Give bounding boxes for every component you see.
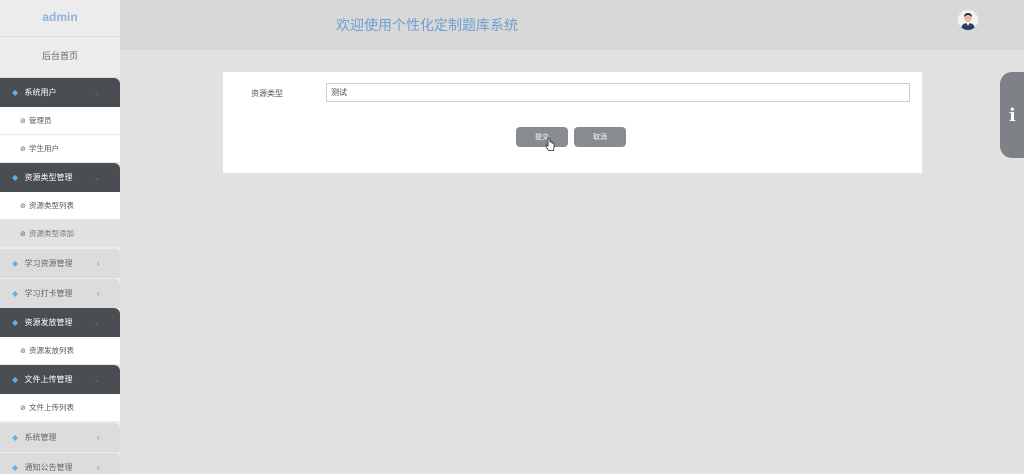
- circle-check-icon: ⊘: [20, 202, 26, 210]
- chevron-down-icon: ⌄: [93, 173, 100, 182]
- sidebar-group-system[interactable]: ◆ 系统管理 ‹: [0, 423, 120, 452]
- app-logo[interactable]: admin: [0, 0, 120, 37]
- circle-check-icon: ⊘: [20, 145, 26, 153]
- sidebar-item-resource-type-list[interactable]: ⊘ 资源类型列表: [0, 192, 120, 220]
- side-info-tab[interactable]: i: [1000, 72, 1024, 158]
- sidebar-item-label: 管理员: [29, 116, 52, 125]
- chevron-down-icon: ⌄: [93, 88, 100, 97]
- circle-check-icon: ⊘: [20, 230, 26, 238]
- form-card: 资源类型 测试 提交 取消: [223, 72, 922, 173]
- chevron-left-icon: ‹: [96, 463, 100, 472]
- chevron-left-icon: ‹: [96, 289, 100, 298]
- gem-icon: ◆: [12, 289, 19, 298]
- circle-check-icon: ⊘: [20, 117, 26, 125]
- sidebar-group-checkin[interactable]: ◆ 学习打卡管理 ‹: [0, 279, 120, 308]
- chevron-down-icon: ⌄: [93, 318, 100, 327]
- sidebar-group-learning-resources[interactable]: ◆ 学习资源管理 ‹: [0, 249, 120, 278]
- chevron-down-icon: ⌄: [93, 375, 100, 384]
- sidebar: admin 后台首页 ◆ 系统用户 ⌄ ⊘ 管理员 ⊘ 学生用户 ◆ 资源类型管理 …: [0, 0, 120, 474]
- submit-button[interactable]: 提交: [516, 127, 568, 147]
- sidebar-item-students[interactable]: ⊘ 学生用户: [0, 135, 120, 163]
- sidebar-group-label: 资源发放管理: [24, 318, 73, 327]
- cancel-button[interactable]: 取消: [574, 127, 626, 147]
- gem-icon: ◆: [12, 433, 19, 442]
- sidebar-item-distribution-list[interactable]: ⊘ 资源发放列表: [0, 337, 120, 365]
- sidebar-group-label: 文件上传管理: [24, 375, 73, 384]
- gem-icon: ◆: [12, 259, 19, 268]
- sidebar-group-notices[interactable]: ◆ 通知公告管理 ‹: [0, 453, 120, 474]
- chevron-left-icon: ‹: [96, 433, 100, 442]
- gem-icon: ◆: [12, 375, 19, 384]
- gem-icon: ◆: [12, 463, 19, 472]
- sidebar-group-label: 系统管理: [24, 433, 57, 442]
- sidebar-item-home[interactable]: 后台首页: [0, 37, 120, 78]
- sidebar-group-label: 系统用户: [24, 88, 57, 97]
- sidebar-group-system-users[interactable]: ◆ 系统用户 ⌄: [0, 78, 120, 107]
- chevron-left-icon: ‹: [96, 259, 100, 268]
- sidebar-item-resource-type-add[interactable]: ⊘ 资源类型添加: [0, 220, 120, 248]
- sidebar-group-file-upload[interactable]: ◆ 文件上传管理 ⌄: [0, 365, 120, 394]
- avatar[interactable]: [958, 10, 978, 30]
- top-header: 欢迎使用个性化定制题库系统: [120, 0, 1024, 50]
- gem-icon: ◆: [12, 88, 19, 97]
- resource-type-input[interactable]: 测试: [326, 83, 910, 102]
- sidebar-group-label: 资源类型管理: [24, 173, 73, 182]
- sidebar-group-label: 学习打卡管理: [24, 289, 73, 298]
- sidebar-group-label: 通知公告管理: [24, 463, 73, 472]
- hand-cursor-icon: [545, 138, 555, 151]
- sidebar-group-resource-types[interactable]: ◆ 资源类型管理 ⌄: [0, 163, 120, 192]
- sidebar-group-label: 学习资源管理: [24, 259, 73, 268]
- gem-icon: ◆: [12, 173, 19, 182]
- sidebar-item-label: 资源发放列表: [29, 346, 74, 355]
- circle-check-icon: ⊘: [20, 347, 26, 355]
- sidebar-item-label: 学生用户: [29, 144, 59, 153]
- page-title: 欢迎使用个性化定制题库系统: [336, 18, 518, 34]
- sidebar-group-resource-distribution[interactable]: ◆ 资源发放管理 ⌄: [0, 308, 120, 337]
- sidebar-item-label: 资源类型添加: [29, 229, 74, 238]
- resource-type-label: 资源类型: [251, 89, 283, 98]
- user-avatar-icon: [958, 10, 978, 30]
- info-icon: i: [1009, 105, 1016, 126]
- circle-check-icon: ⊘: [20, 404, 26, 412]
- sidebar-item-label: 文件上传列表: [29, 403, 74, 412]
- gem-icon: ◆: [12, 318, 19, 327]
- sidebar-item-label: 资源类型列表: [29, 201, 74, 210]
- sidebar-item-file-upload-list[interactable]: ⊘ 文件上传列表: [0, 394, 120, 422]
- sidebar-item-admins[interactable]: ⊘ 管理员: [0, 107, 120, 135]
